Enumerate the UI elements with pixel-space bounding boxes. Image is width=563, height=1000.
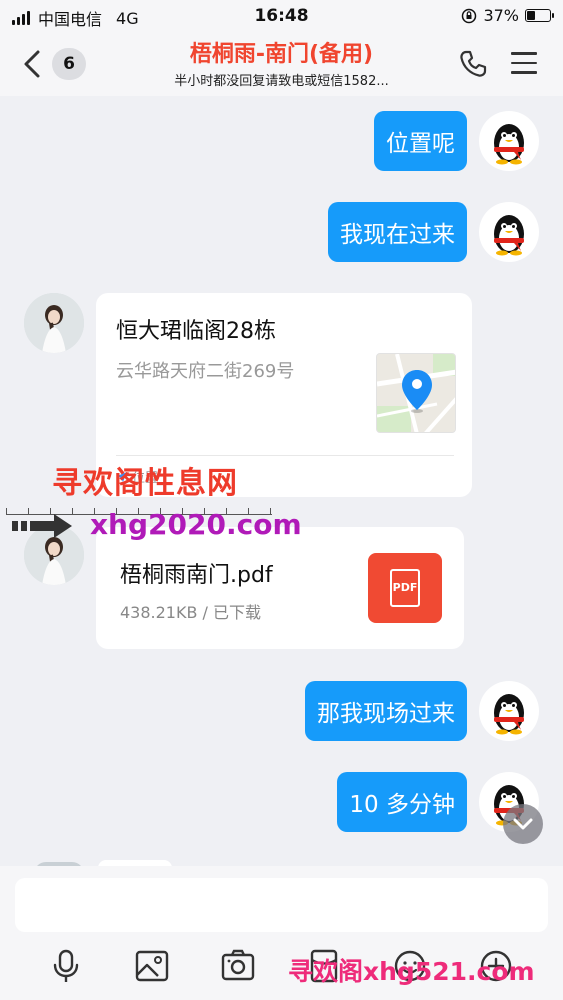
watermark-arrow-icon bbox=[12, 514, 72, 538]
file-name: 梧桐雨南门.pdf bbox=[120, 563, 273, 588]
pdf-icon: PDF bbox=[368, 553, 442, 623]
qq-penguin-avatar[interactable] bbox=[479, 202, 539, 262]
location-address: 云华路天府二街269号 bbox=[116, 361, 295, 382]
watermark-text: 寻欢阁性息网 bbox=[52, 466, 238, 501]
scroll-to-bottom-button[interactable] bbox=[503, 804, 543, 844]
file-meta: 438.21KB / 已下载 bbox=[120, 603, 262, 622]
outgoing-message[interactable]: 10 多分钟 bbox=[337, 772, 467, 832]
pdf-icon-label: PDF bbox=[392, 581, 418, 594]
card-divider bbox=[116, 455, 454, 456]
outgoing-message[interactable]: 那我现场过来 bbox=[305, 681, 467, 741]
battery-icon bbox=[525, 9, 554, 22]
contact-avatar[interactable] bbox=[24, 293, 84, 353]
camera-icon[interactable] bbox=[220, 948, 256, 984]
chevron-down-icon bbox=[513, 818, 533, 830]
phone-icon[interactable] bbox=[457, 48, 489, 80]
outgoing-message[interactable]: 我现在过来 bbox=[328, 202, 467, 262]
outgoing-message[interactable]: 位置呢 bbox=[374, 111, 467, 171]
chat-header: 6 梧桐雨-南门(备用) 半小时都没回复请致电或短信1582... bbox=[0, 34, 563, 96]
file-card[interactable]: 梧桐雨南门.pdf 438.21KB / 已下载 PDF bbox=[96, 527, 464, 649]
battery-percent: 37% bbox=[483, 6, 519, 25]
location-title: 恒大珺临阁28栋 bbox=[116, 319, 276, 344]
status-bar: 中国电信 4G 16:48 37% bbox=[0, 0, 563, 34]
map-pin-icon bbox=[402, 370, 432, 413]
map-thumbnail[interactable] bbox=[376, 353, 456, 433]
image-icon[interactable] bbox=[134, 948, 170, 984]
qq-penguin-avatar[interactable] bbox=[479, 111, 539, 171]
message-input[interactable] bbox=[15, 878, 548, 932]
hamburger-menu-icon[interactable] bbox=[511, 52, 537, 74]
watermark-url: xhg2020.com bbox=[90, 508, 302, 541]
watermark-text-bottom: 寻欢阁xhg521.com bbox=[288, 957, 535, 986]
microphone-icon[interactable] bbox=[48, 948, 84, 984]
qq-penguin-avatar[interactable] bbox=[479, 681, 539, 741]
battery-fill bbox=[527, 11, 536, 20]
orientation-lock-icon bbox=[462, 8, 477, 23]
